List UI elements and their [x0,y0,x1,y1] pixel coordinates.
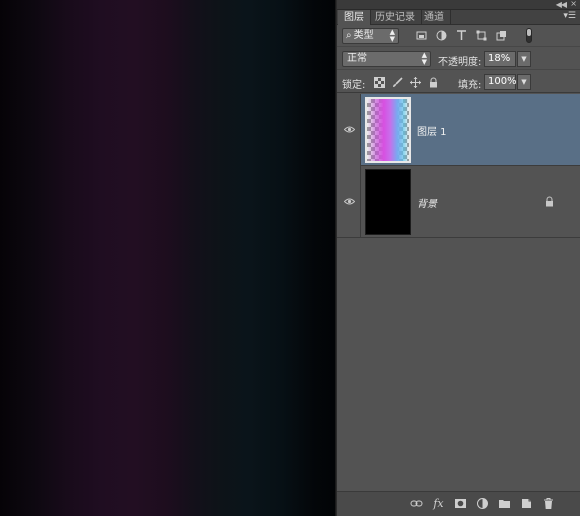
filter-shape-icon[interactable] [476,30,487,41]
close-icon[interactable]: × [570,0,577,8]
layers-footer-toolbar: fx [337,491,580,516]
fill-dropdown-button[interactable]: ▼ [517,74,531,90]
panel-tab-bar: 图层 历史记录 通道 ▾☰ [337,10,580,25]
lock-move-icon[interactable] [410,77,421,88]
visibility-toggle[interactable] [337,166,361,238]
fill-label: 填充: [458,80,482,91]
layer-name[interactable]: 图层 1 [417,123,447,138]
lock-transparent-icon[interactable] [374,77,385,88]
lock-all-icon[interactable] [428,77,439,88]
tab-layers[interactable]: 图层 [338,10,371,25]
lock-row: 锁定: 填充: 100% ▼ [337,71,580,93]
filter-type-icon[interactable] [456,30,467,41]
layer-filter-row: ⌕ 类型 ▲ ▼ [337,25,580,47]
layers-list: 图层 1 背景 [337,94,580,491]
opacity-label: 不透明度: [438,57,482,68]
layer-thumbnail[interactable] [365,97,411,163]
filter-kind-select[interactable]: ⌕ 类型 ▲ ▼ [342,28,399,44]
lock-paint-icon[interactable] [392,77,403,88]
panel-menu-icon[interactable]: ▾☰ [563,11,576,21]
fill-input[interactable]: 100% [484,74,517,90]
layer-name[interactable]: 背景 [417,195,437,210]
blend-mode-select[interactable]: 正常 ▲ ▼ [342,51,431,67]
eye-icon [344,198,355,205]
lock-icon [546,196,553,207]
opacity-dropdown-button[interactable]: ▼ [517,51,531,67]
filter-toggle-switch[interactable] [526,28,532,43]
new-layer-icon[interactable] [520,497,533,510]
trash-icon[interactable] [542,497,555,510]
layers-panel: ◀◀ × 图层 历史记录 通道 ▾☰ ⌕ 类型 ▲ ▼ 正常 ▲ ▼ 不透明度: 18… [337,0,580,516]
link-icon[interactable] [410,497,423,510]
layer-thumbnail[interactable] [365,169,411,235]
eye-icon [344,126,355,133]
filter-pixel-icon[interactable] [416,30,427,41]
filter-adjustment-icon[interactable] [436,30,447,41]
collapse-icon[interactable]: ◀◀ [556,0,567,9]
layer-row[interactable]: 图层 1 [337,94,580,166]
document-canvas[interactable] [0,0,336,516]
tab-channels[interactable]: 通道 [418,10,451,25]
tab-history[interactable]: 历史记录 [369,10,422,25]
panel-collapse-bar: ◀◀ × [337,0,580,10]
fx-icon[interactable]: fx [432,497,445,510]
search-icon: ⌕ [346,30,352,41]
group-folder-icon[interactable] [498,497,511,510]
filter-smart-object-icon[interactable] [496,30,507,41]
opacity-input[interactable]: 18% [484,51,516,67]
filter-kind-label: 类型 [353,30,374,41]
layer-row[interactable]: 背景 [337,166,580,238]
mask-icon[interactable] [454,497,467,510]
blend-row: 正常 ▲ ▼ 不透明度: 18% ▼ [337,48,580,70]
updown-icon: ▲ ▼ [389,28,395,43]
lock-label: 锁定: [342,80,366,91]
blend-mode-value: 正常 [347,53,367,64]
adjustment-layer-icon[interactable] [476,497,489,510]
updown-icon: ▲ ▼ [421,51,427,66]
visibility-toggle[interactable] [337,94,361,166]
